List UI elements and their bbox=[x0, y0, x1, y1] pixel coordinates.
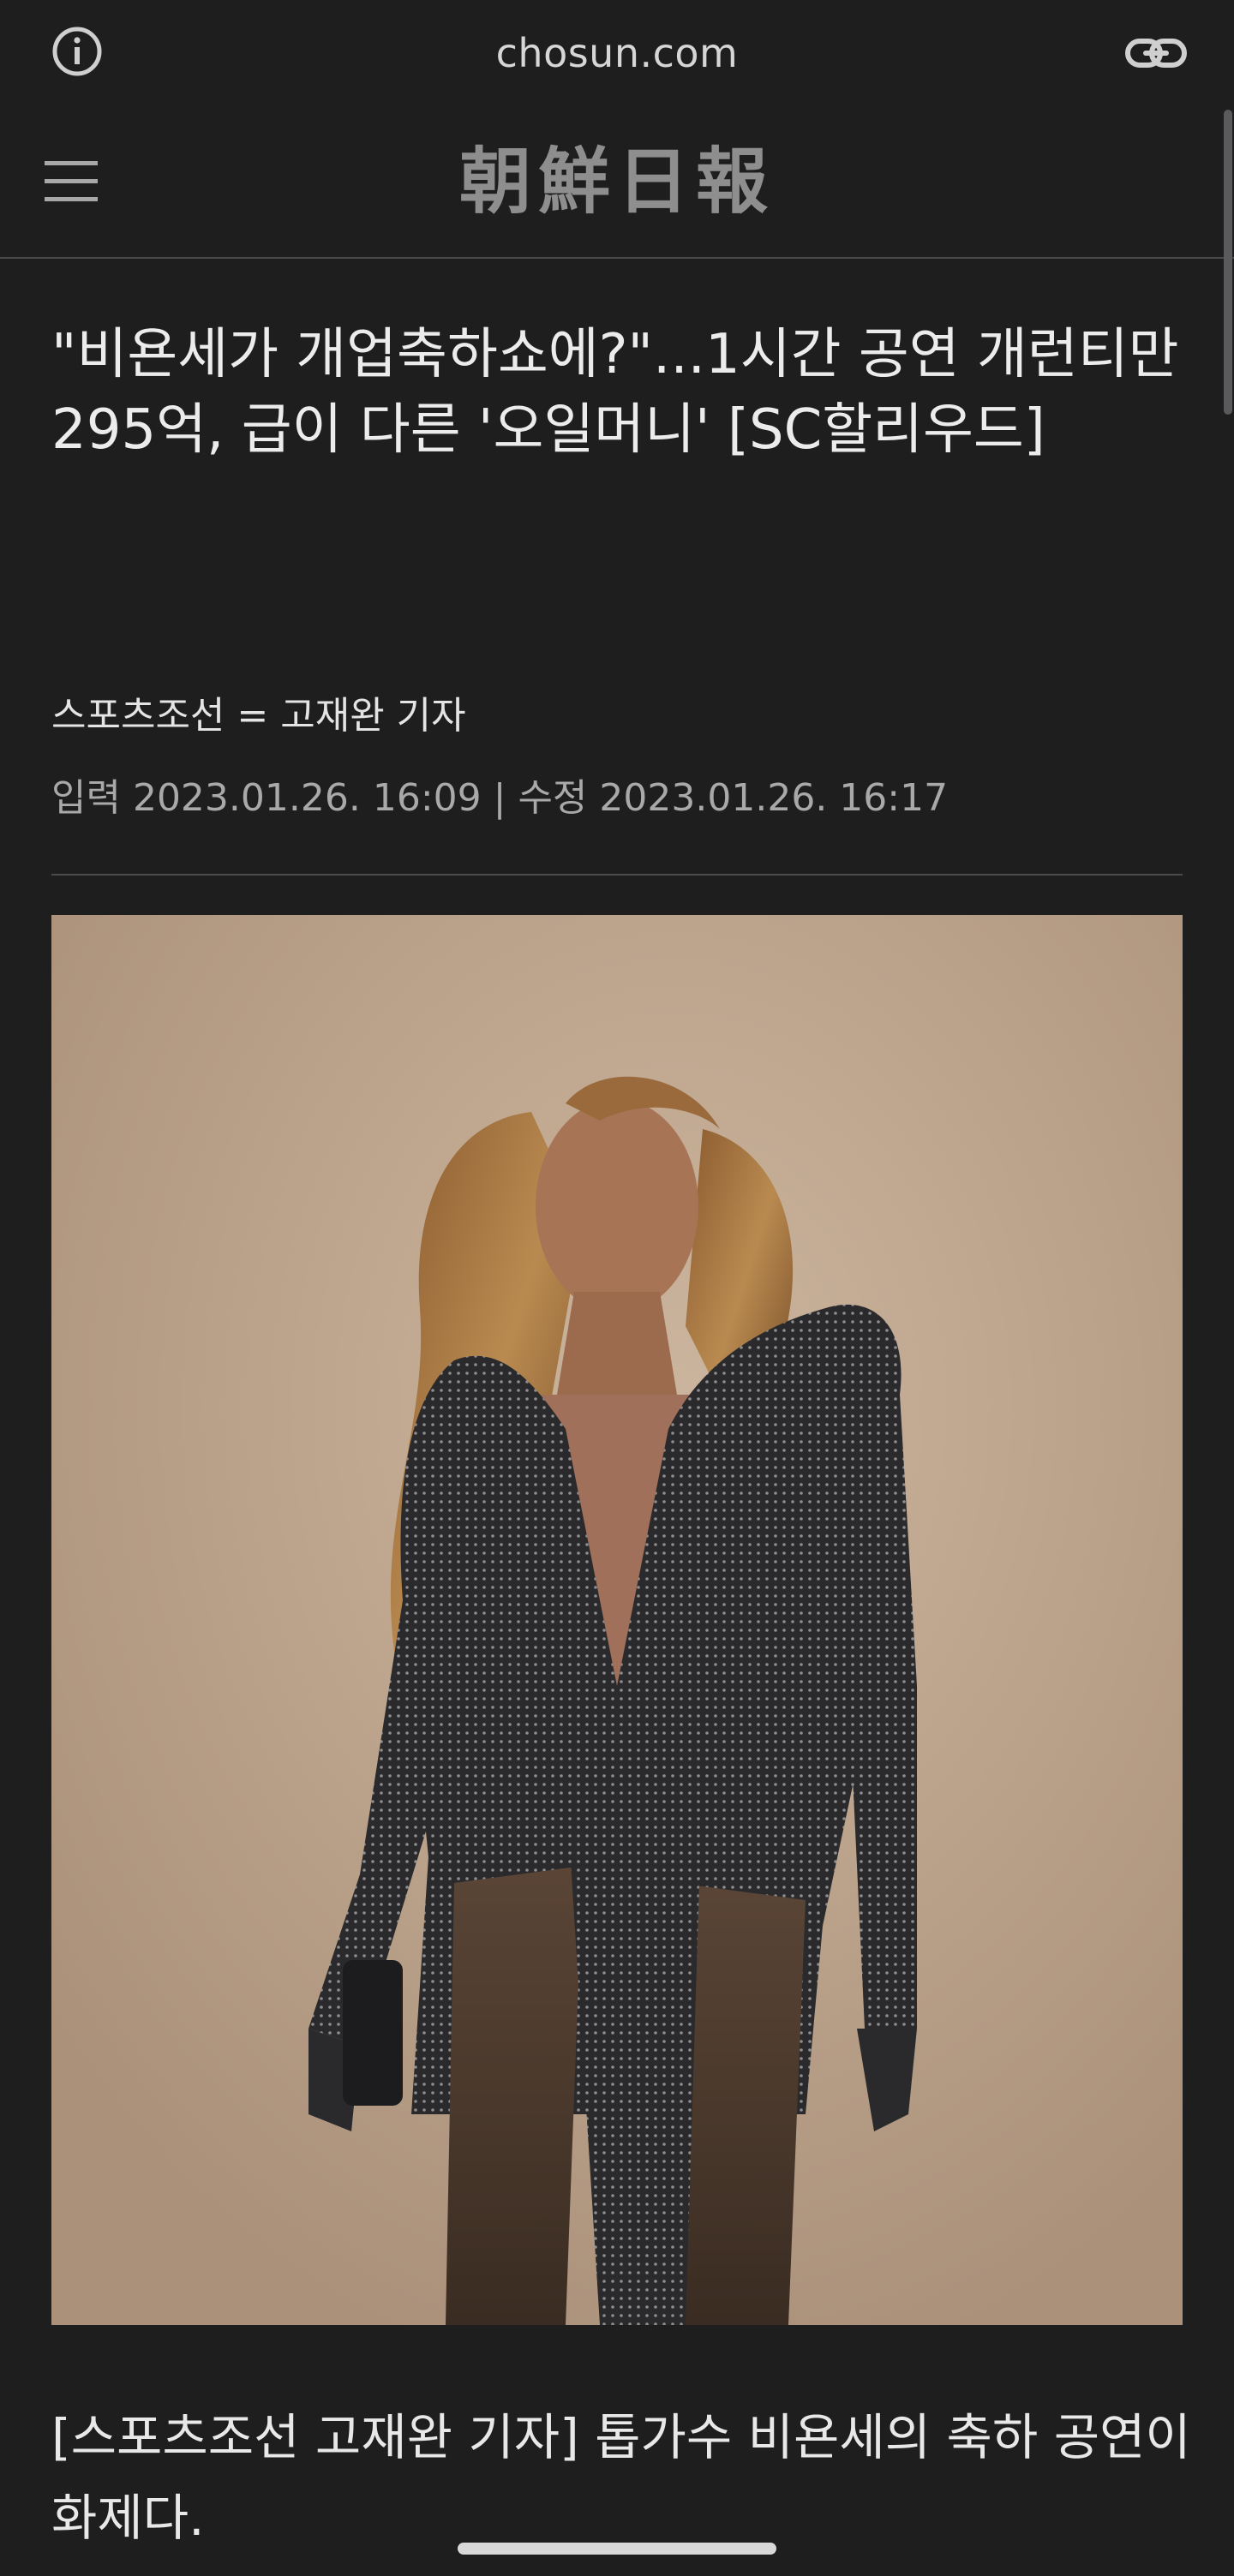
article-dates: 입력 2023.01.26. 16:09 | 수정 2023.01.26. 16… bbox=[51, 776, 949, 820]
article-headline: "비욘세가 개업축하쇼에?"...1시간 공연 개런티만 295억, 급이 다른… bbox=[51, 323, 1179, 462]
divider bbox=[51, 874, 1183, 876]
article-body-text: [스포츠조선 고재완 기자] 톱가수 비욘세의 축하 공연이 화제다. bbox=[51, 2408, 1191, 2547]
scrollbar[interactable] bbox=[1222, 106, 1234, 2576]
link-icon[interactable] bbox=[1123, 26, 1189, 81]
performer-photo bbox=[51, 915, 1183, 2325]
url-text[interactable]: chosun.com bbox=[0, 26, 1234, 81]
page: chosun.com 朝鮮日報 "비욘세가 개업축하쇼에?"...1시간 공연 … bbox=[0, 0, 1234, 2576]
hamburger-menu-icon[interactable] bbox=[43, 151, 99, 212]
article-byline: 스포츠조선 = 고재완 기자 bbox=[51, 694, 466, 738]
home-indicator-bar[interactable] bbox=[458, 2543, 776, 2555]
scrollbar-thumb[interactable] bbox=[1224, 110, 1232, 415]
site-logo[interactable]: 朝鮮日報 bbox=[403, 140, 831, 223]
browser-url-bar: chosun.com bbox=[0, 0, 1234, 106]
article-photo[interactable] bbox=[51, 915, 1183, 2325]
site-header: 朝鮮日報 bbox=[0, 106, 1234, 259]
